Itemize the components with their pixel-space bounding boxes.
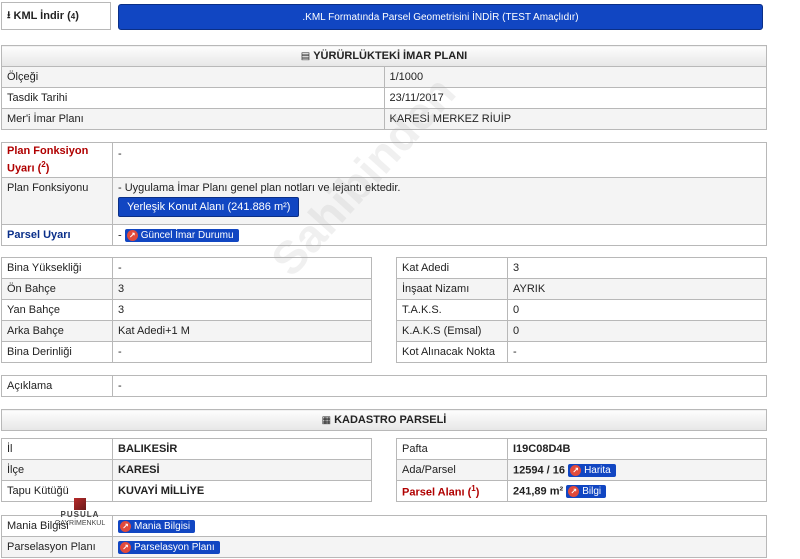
parsel-uyari-cell: - ↗ Güncel İmar Durumu [112,224,767,246]
plan-fonksiyonu-cell: - Uygulama İmar Planı genel plan notları… [112,177,767,225]
olcek-label: Ölçeği [1,66,385,88]
kml-download-label: ⭳ KML İndir (4) [1,2,111,30]
kadastro-left-table: İl BALIKESİR İlçe KARESİ Tapu Kütüğü KUVAYİ… [1,438,372,502]
harita-label: Harita [584,464,611,476]
pusula-logo-mark [74,498,86,510]
parsel-uyari-dash: - [118,228,122,241]
ada-parsel-label: Ada/Parsel [396,459,508,481]
parselasyon-plani-button[interactable]: ↗ Parselasyon Planı [118,540,220,554]
aciklama-table: Açıklama - [1,375,767,397]
taks-value: 0 [507,299,767,321]
pafta-value: I19C08D4B [507,438,767,460]
bina-params-left-table: Bina Yüksekliği - Ön Bahçe 3 Yan Bahçe 3 Ar… [1,257,372,363]
kaks-value: 0 [507,320,767,342]
kadastro-right-table: Pafta I19C08D4B Ada/Parsel 12594 / 16 ↗ Ha… [396,438,767,502]
il-label: İl [1,438,113,460]
meri-imar-value: KARESİ MERKEZ RİUİP [383,108,767,130]
bilgi-label: Bilgi [582,485,602,497]
tapu-kutugu-value: KUVAYİ MİLLİYE [112,480,372,502]
aciklama-value: - [112,375,767,397]
kat-adedi-value: 3 [507,257,767,279]
imar-plan-table: ▤ YÜRÜRLÜKTEKİ İMAR PLANI Ölçeği 1/1000 Ta… [1,45,767,130]
pafta-label: Pafta [396,438,508,460]
kadastro-header: ▦ KADASTRO PARSELİ [1,409,767,431]
plan-fonksiyon-uyari-end: ) [45,162,50,175]
info-badge-icon: ↗ [568,485,580,497]
pusula-logo-name: PUSULA [60,510,100,519]
bina-yuksekligi-label: Bina Yüksekliği [1,257,113,279]
olcek-value: 1/1000 [383,66,767,88]
kml-label-text: KML İndir ( [13,10,71,22]
parsel-alani-value: 241,89 m² [513,484,564,497]
tasdik-value: 23/11/2017 [383,87,767,109]
insaat-nizami-value: AYRIK [507,278,767,300]
ada-parsel-value: 12594 / 16 [513,463,565,476]
bina-yuksekligi-value: - [112,257,372,279]
taks-label: T.A.K.S. [396,299,508,321]
imar-plan-header: ▤ YÜRÜRLÜKTEKİ İMAR PLANI [1,45,767,67]
on-bahce-value: 3 [112,278,372,300]
harita-button[interactable]: ↗ Harita [568,463,616,477]
pusula-logo: PUSULA GAYRİMENKUL [50,498,110,527]
plan-fonksiyon-uyari-label: Plan Fonksiyon Uyarı (2) [1,142,113,178]
parselasyon-badge-icon: ↗ [120,541,131,553]
parselasyon-plani-label: Parselasyon Planı [134,541,215,553]
parsel-uyari-text: Parsel Uyarı [7,229,71,241]
mania-badge-icon: ↗ [120,520,131,532]
pusula-logo-tag: GAYRİMENKUL [54,519,106,527]
guncel-imar-durumu-button[interactable]: ↗ Güncel İmar Durumu [124,228,239,242]
mania-bilgisi-label: Mania Bilgisi [134,520,191,532]
parsel-alani-cell: 241,89 m² ↗ Bilgi [507,480,767,502]
document-icon: ▤ [300,51,311,62]
aciklama-label: Açıklama [1,375,113,397]
parselasyon-cell: ↗ Parselasyon Planı [112,536,767,558]
arka-bahce-value: Kat Adedi+1 M [112,320,372,342]
parsel-alani-label: Parsel Alanı (1) [396,480,508,502]
mania-cell: ↗ Mania Bilgisi [112,515,767,537]
kadastro-header-table: ▦ KADASTRO PARSELİ [1,409,767,431]
plan-fonksiyonu-label: Plan Fonksiyonu [1,177,113,225]
map-badge-icon: ↗ [570,464,582,476]
meri-imar-label: Mer'i İmar Planı [1,108,385,130]
yerlesik-konut-button[interactable]: Yerleşik Konut Alanı (241.886 m²) [118,197,300,217]
mania-parselasyon-table: Mania Bilgisi ↗ Mania Bilgisi Parselasyon… [1,515,767,558]
bina-derinligi-label: Bina Derinliği [1,341,113,363]
kat-adedi-label: Kat Adedi [396,257,508,279]
plan-fonksiyonu-note: - Uygulama İmar Planı genel plan notları… [118,182,401,194]
arka-bahce-label: Arka Bahçe [1,320,113,342]
tasdik-label: Tasdik Tarihi [1,87,385,109]
ada-parsel-cell: 12594 / 16 ↗ Harita [507,459,767,481]
on-bahce-label: Ön Bahçe [1,278,113,300]
ilce-value: KARESİ [112,459,372,481]
parsel-uyari-label: Parsel Uyarı [1,224,113,246]
download-icon: ⭳ [7,9,11,21]
kot-label: Kot Alınacak Nokta [396,341,508,363]
kml-label-end: ) [75,10,79,22]
yan-bahce-value: 3 [112,299,372,321]
kml-download-button[interactable]: .KML Formatında Parsel Geometrisini İNDİ… [118,4,763,30]
link-badge-icon: ↗ [126,229,138,241]
bina-params-right-table: Kat Adedi 3 İnşaat Nizamı AYRIK T.A.K.S. 0 … [396,257,767,363]
kadastro-title: KADASTRO PARSELİ [334,414,447,426]
parsel-alani-end: ) [475,486,480,499]
ilce-label: İlçe [1,459,113,481]
plan-fonksiyon-uyari-value: - [112,142,767,178]
kaks-label: K.A.K.S (Emsal) [396,320,508,342]
imar-plan-title: YÜRÜRLÜKTEKİ İMAR PLANI [313,50,468,62]
il-value: BALIKESİR [112,438,372,460]
mania-bilgisi-button[interactable]: ↗ Mania Bilgisi [118,519,196,533]
bilgi-button[interactable]: ↗ Bilgi [566,484,607,498]
guncel-imar-durumu-label: Güncel İmar Durumu [140,229,234,241]
kot-value: - [507,341,767,363]
parselasyon-label: Parselasyon Planı [1,536,113,558]
parsel-alani-text: Parsel Alanı ( [402,486,472,499]
insaat-nizami-label: İnşaat Nizamı [396,278,508,300]
bina-derinligi-value: - [112,341,372,363]
yan-bahce-label: Yan Bahçe [1,299,113,321]
grid-icon: ▦ [321,415,332,426]
plan-fonksiyon-table: Plan Fonksiyon Uyarı (2) - Plan Fonksiyo… [1,142,767,246]
